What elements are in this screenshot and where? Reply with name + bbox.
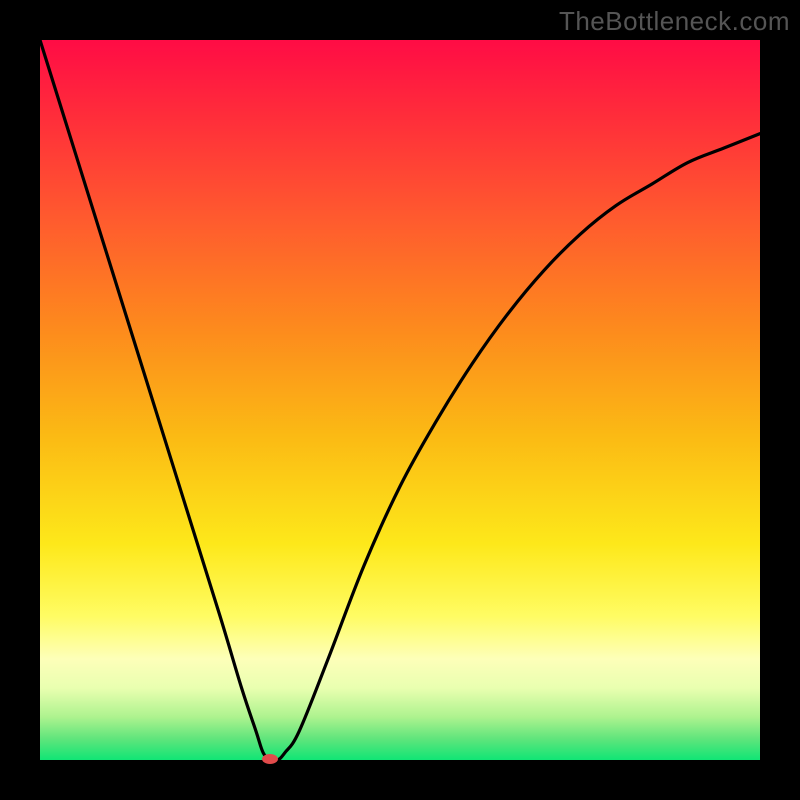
bottleneck-curve — [40, 40, 760, 760]
minimum-dot — [262, 754, 278, 764]
plot-area — [40, 40, 760, 760]
watermark-text: TheBottleneck.com — [559, 6, 790, 37]
chart-frame: TheBottleneck.com — [0, 0, 800, 800]
